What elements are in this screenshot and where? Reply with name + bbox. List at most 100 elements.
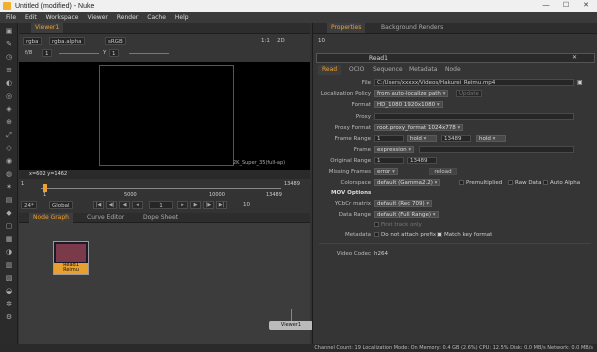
gizmo-tool-icon[interactable]: ▧ (4, 274, 14, 283)
view-mode-dropdown[interactable]: 2D (275, 37, 287, 45)
update-button[interactable]: Update (456, 90, 482, 97)
furnace-tool-icon[interactable]: ▦ (4, 235, 14, 244)
zoom-dropdown[interactable]: 1:1 (259, 37, 272, 45)
channel-tool-icon[interactable]: ≡ (4, 66, 14, 75)
gamma-slider[interactable] (129, 53, 169, 54)
format-dropdown[interactable]: HD_1080 1920x1080 (374, 101, 443, 108)
next-key-button[interactable]: |▶ (203, 201, 214, 209)
timeline-playhead[interactable] (43, 184, 47, 192)
play-forward-button[interactable]: ▶ (190, 201, 201, 209)
proxy-input[interactable] (374, 113, 574, 120)
menu-render[interactable]: Render (117, 14, 138, 21)
subtab-metadata[interactable]: Metadata (405, 65, 441, 75)
read-node[interactable]: Read1 Reimu (53, 241, 89, 275)
subtab-node[interactable]: Node (441, 65, 465, 75)
gain-slider[interactable] (59, 53, 99, 54)
maximize-button[interactable]: ☐ (556, 0, 576, 12)
file-input[interactable]: C:/Users/xxxxx/Videos/Hakurei_Reimu.mp4 (374, 79, 574, 86)
filter-tool-icon[interactable]: ◎ (4, 92, 14, 101)
raw-data-checkbox[interactable]: Raw Data (508, 180, 541, 186)
subtab-sequence[interactable]: Sequence (369, 65, 407, 75)
premultiplied-checkbox[interactable]: Premultiplied (459, 180, 502, 186)
fstop-dropdown[interactable]: f/8 (23, 49, 34, 57)
menu-viewer[interactable]: Viewer (87, 14, 107, 21)
proxy-format-dropdown[interactable]: root.proxy_format 1024x778 (374, 124, 464, 131)
tab-properties[interactable]: Properties (327, 23, 366, 33)
orig-start-field[interactable]: 1 (374, 157, 404, 164)
draw-tool-icon[interactable]: ✎ (4, 40, 14, 49)
prev-key-button[interactable]: ◀| (106, 201, 117, 209)
frame-mode-dropdown[interactable]: expression (374, 146, 415, 153)
views-tool-icon[interactable]: ◉ (4, 157, 14, 166)
viewer-canvas[interactable]: 2K_Super_35(full-ap) (19, 62, 310, 170)
gamma-field[interactable]: 1 (109, 49, 119, 57)
menu-workspace[interactable]: Workspace (46, 14, 79, 21)
menu-file[interactable]: File (6, 14, 16, 21)
toolsets-tool-icon[interactable]: ◆ (4, 209, 14, 218)
metadata-tool-icon[interactable]: ◍ (4, 170, 14, 179)
minimize-button[interactable]: — (536, 0, 556, 12)
tab-node-graph[interactable]: Node Graph (29, 213, 73, 223)
time-tool-icon[interactable]: ◷ (4, 53, 14, 62)
keyer-tool-icon[interactable]: ◈ (4, 105, 14, 114)
step-forward-button[interactable]: ▸ (177, 201, 188, 209)
script-tool-icon[interactable]: ◒ (4, 287, 14, 296)
reload-button[interactable]: reload (429, 168, 457, 175)
first-frame-button[interactable]: |◀ (93, 201, 104, 209)
tab-viewer1[interactable]: Viewer1 (31, 23, 64, 33)
loc-policy-dropdown[interactable]: from auto-localize path (374, 90, 449, 97)
subtab-read[interactable]: Read (318, 65, 342, 75)
menu-edit[interactable]: Edit (25, 14, 37, 21)
global-dropdown[interactable]: Global (49, 201, 73, 209)
deep-tool-icon[interactable]: ▤ (4, 196, 14, 205)
tab-curve-editor[interactable]: Curve Editor (83, 213, 128, 223)
gain-field[interactable]: 1 (42, 49, 52, 57)
node-graph-canvas[interactable]: Read1 Reimu Viewer1 (19, 223, 313, 344)
menu-cache[interactable]: Cache (147, 14, 166, 21)
range-end-field[interactable]: 13489 (441, 135, 471, 142)
missing-frames-dropdown[interactable]: error (374, 168, 398, 175)
range-end-hold-dropdown[interactable]: hold (476, 135, 506, 142)
colorspace-dropdown[interactable]: sRGB (105, 37, 126, 45)
other-tool-icon[interactable]: ▢ (4, 222, 14, 231)
settings-tool-icon[interactable]: ⚙ (4, 313, 14, 322)
node-name-field[interactable]: Read1 (369, 55, 388, 62)
ocula-tool-icon[interactable]: ◑ (4, 248, 14, 257)
file-browse-icon[interactable]: ▣ (577, 79, 583, 86)
plugin-tool-icon[interactable]: ▥ (4, 261, 14, 270)
3d-tool-icon[interactable]: ◇ (4, 144, 14, 153)
step-back-button[interactable]: ◂ (132, 201, 143, 209)
orig-end-field[interactable]: 13489 (407, 157, 437, 164)
image-tool-icon[interactable]: ▣ (4, 27, 14, 36)
tab-dope-sheet[interactable]: Dope Sheet (139, 213, 182, 223)
frame-start-field[interactable]: 1 (21, 181, 24, 187)
close-button[interactable]: ✕ (576, 0, 596, 12)
play-backward-button[interactable]: ◀ (119, 201, 130, 209)
menu-help[interactable]: Help (175, 14, 189, 21)
layer-dropdown[interactable]: rgba.alpha (49, 37, 85, 45)
first-track-checkbox[interactable]: First track only (374, 222, 422, 228)
ycbcr-dropdown[interactable]: default (Rec 709) (374, 200, 433, 207)
timeline-track[interactable] (41, 188, 281, 189)
current-frame-field[interactable]: 1 (149, 201, 173, 209)
python-tool-icon[interactable]: ✲ (4, 300, 14, 309)
fps-dropdown[interactable]: 24* (21, 201, 37, 209)
viewer-node[interactable]: Viewer1 (269, 321, 313, 330)
particles-tool-icon[interactable]: ✶ (4, 183, 14, 192)
frame-input[interactable] (419, 146, 574, 153)
step-field[interactable]: 10 (241, 201, 252, 209)
subtab-ocio[interactable]: OCIO (345, 65, 368, 75)
channels-dropdown[interactable]: rgba (23, 37, 42, 45)
auto-alpha-checkbox[interactable]: Auto Alpha (543, 180, 580, 186)
tab-background-renders[interactable]: Background Renders (377, 23, 447, 33)
match-key-checkbox[interactable]: Match key format (437, 232, 492, 238)
no-prefix-checkbox[interactable]: Do not attach prefix (374, 232, 436, 238)
data-range-dropdown[interactable]: default (Full Range) (374, 211, 439, 218)
max-panels-field[interactable]: 10 (318, 38, 325, 44)
frame-end-field[interactable]: 13489 (284, 181, 300, 187)
merge-tool-icon[interactable]: ⊕ (4, 118, 14, 127)
color-tool-icon[interactable]: ◐ (4, 79, 14, 88)
panel-close-icon[interactable]: ✕ (572, 54, 577, 61)
range-start-hold-dropdown[interactable]: hold (407, 135, 437, 142)
last-frame-button[interactable]: ▶| (216, 201, 227, 209)
